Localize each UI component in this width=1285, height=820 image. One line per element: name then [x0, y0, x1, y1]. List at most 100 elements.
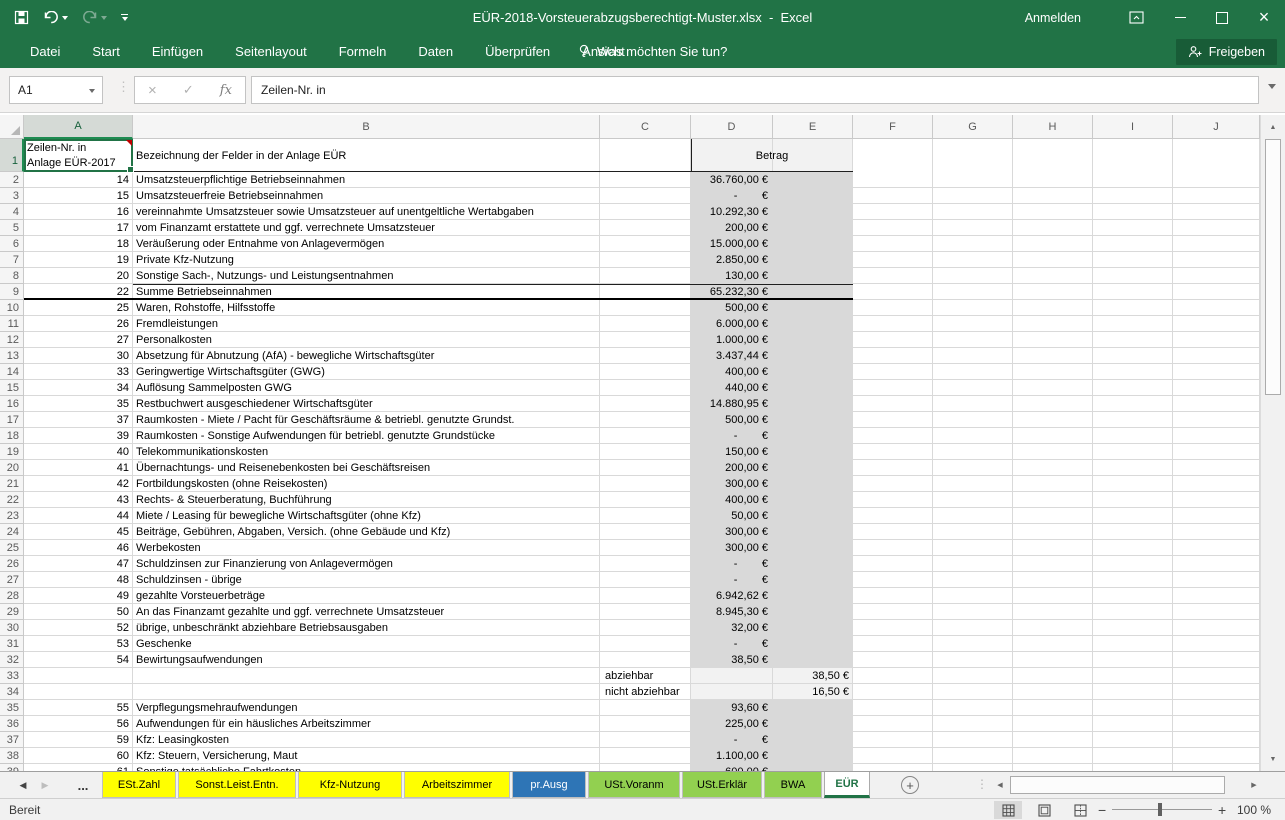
- row-header-8[interactable]: 8: [0, 268, 24, 284]
- cell-b28[interactable]: gezahlte Vorsteuerbeträge: [136, 588, 265, 604]
- sheet-tab-ust-erklär[interactable]: USt.Erklär: [682, 772, 762, 798]
- cell-d24[interactable]: 300,00 €: [691, 524, 768, 540]
- row-header-35[interactable]: 35: [0, 700, 24, 716]
- sign-in-link[interactable]: Anmelden: [1025, 11, 1081, 25]
- row-header-13[interactable]: 13: [0, 348, 24, 364]
- vertical-scrollbar[interactable]: ▲▼: [1260, 115, 1285, 771]
- cell-b38[interactable]: Kfz: Steuern, Versicherung, Maut: [136, 748, 297, 764]
- cell-a15[interactable]: 34: [24, 380, 129, 396]
- formula-input[interactable]: Zeilen-Nr. in: [251, 76, 1259, 104]
- cell-b19[interactable]: Telekommunikationskosten: [136, 444, 268, 460]
- column-header-f[interactable]: F: [853, 115, 933, 139]
- cell-b5[interactable]: vom Finanzamt erstattete und ggf. verrec…: [136, 220, 435, 236]
- menu-tab-datei[interactable]: Datei: [14, 35, 76, 68]
- cell-b8[interactable]: Sonstige Sach-, Nutzungs- und Leistungse…: [136, 268, 393, 284]
- cell-b14[interactable]: Geringwertige Wirtschaftsgüter (GWG): [136, 364, 325, 380]
- cell-d17[interactable]: 500,00 €: [691, 412, 768, 428]
- cell-a17[interactable]: 37: [24, 412, 129, 428]
- cell-b21[interactable]: Fortbildungskosten (ohne Reisekosten): [136, 476, 327, 492]
- cell-c34[interactable]: nicht abziehbar: [605, 684, 680, 700]
- cell-a35[interactable]: 55: [24, 700, 129, 716]
- cell-a32[interactable]: 54: [24, 652, 129, 668]
- cell-a8[interactable]: 20: [24, 268, 129, 284]
- row-header-14[interactable]: 14: [0, 364, 24, 380]
- cell-a4[interactable]: 16: [24, 204, 129, 220]
- cell-b20[interactable]: Übernachtungs- und Reisenebenkosten bei …: [136, 460, 430, 476]
- zoom-slider-track[interactable]: [1112, 809, 1212, 810]
- share-button[interactable]: Freigeben: [1176, 39, 1277, 65]
- minimize-button[interactable]: [1165, 0, 1195, 35]
- zoom-out-icon[interactable]: −: [1098, 799, 1106, 820]
- sheet-tab-sonst-leist-entn-[interactable]: Sonst.Leist.Entn.: [178, 772, 296, 798]
- horizontal-scrollbar[interactable]: ◀ ▶: [992, 775, 1262, 795]
- cell-a23[interactable]: 44: [24, 508, 129, 524]
- cell-a12[interactable]: 27: [24, 332, 129, 348]
- customize-qat-icon[interactable]: [121, 14, 128, 21]
- column-header-h[interactable]: H: [1013, 115, 1093, 139]
- cell-d28[interactable]: 6.942,62 €: [691, 588, 768, 604]
- row-header-34[interactable]: 34: [0, 684, 24, 700]
- undo-dropdown-icon[interactable]: [62, 16, 68, 20]
- cell-d32[interactable]: 38,50 €: [691, 652, 768, 668]
- row-header-11[interactable]: 11: [0, 316, 24, 332]
- cell-b17[interactable]: Raumkosten - Miete / Pacht für Geschäfts…: [136, 412, 514, 428]
- row-header-29[interactable]: 29: [0, 604, 24, 620]
- cell-b32[interactable]: Bewirtungsaufwendungen: [136, 652, 263, 668]
- cell-a13[interactable]: 30: [24, 348, 129, 364]
- column-header-e[interactable]: E: [773, 115, 853, 139]
- cell-b16[interactable]: Restbuchwert ausgeschiedener Wirtschafts…: [136, 396, 373, 412]
- cell-b13[interactable]: Absetzung für Abnutzung (AfA) - beweglic…: [136, 348, 434, 364]
- column-header-j[interactable]: J: [1173, 115, 1260, 139]
- row-header-5[interactable]: 5: [0, 220, 24, 236]
- close-button[interactable]: ×: [1249, 0, 1279, 35]
- cell-d13[interactable]: 3.437,44 €: [691, 348, 768, 364]
- row-header-3[interactable]: 3: [0, 188, 24, 204]
- cell-d38[interactable]: 1.100,00 €: [691, 748, 768, 764]
- vscroll-down-icon[interactable]: ▼: [1261, 747, 1285, 771]
- column-header-d[interactable]: D: [691, 115, 773, 139]
- row-header-24[interactable]: 24: [0, 524, 24, 540]
- cell-b1[interactable]: Bezeichnung der Felder in der Anlage EÜR: [136, 139, 596, 172]
- cell-d25[interactable]: 300,00 €: [691, 540, 768, 556]
- row-header-19[interactable]: 19: [0, 444, 24, 460]
- hscroll-thumb[interactable]: [1010, 776, 1225, 794]
- cell-d31[interactable]: - €: [691, 636, 768, 652]
- selection-border-a1[interactable]: [24, 139, 133, 172]
- cell-a20[interactable]: 41: [24, 460, 129, 476]
- row-header-31[interactable]: 31: [0, 636, 24, 652]
- column-header-g[interactable]: G: [933, 115, 1013, 139]
- cell-b39[interactable]: Sonstige tatsächliche Fahrtkosten: [136, 764, 301, 771]
- cell-a30[interactable]: 52: [24, 620, 129, 636]
- cell-b31[interactable]: Geschenke: [136, 636, 192, 652]
- row-header-39[interactable]: 39: [0, 764, 24, 771]
- row-header-21[interactable]: 21: [0, 476, 24, 492]
- row-header-25[interactable]: 25: [0, 540, 24, 556]
- row-header-30[interactable]: 30: [0, 620, 24, 636]
- cell-d15[interactable]: 440,00 €: [691, 380, 768, 396]
- row-header-18[interactable]: 18: [0, 428, 24, 444]
- cell-d30[interactable]: 32,00 €: [691, 620, 768, 636]
- row-header-28[interactable]: 28: [0, 588, 24, 604]
- sheet-tab-ust-voranm[interactable]: USt.Voranm: [588, 772, 680, 798]
- cell-b2[interactable]: Umsatzsteuerpflichtige Betriebseinnahmen: [136, 172, 345, 188]
- row-header-2[interactable]: 2: [0, 172, 24, 188]
- cell-d11[interactable]: 6.000,00 €: [691, 316, 768, 332]
- cell-b6[interactable]: Veräußerung oder Entnahme von Anlageverm…: [136, 236, 384, 252]
- cell-d10[interactable]: 500,00 €: [691, 300, 768, 316]
- cell-b26[interactable]: Schuldzinsen zur Finanzierung von Anlage…: [136, 556, 393, 572]
- cell-e34[interactable]: 16,50 €: [773, 684, 849, 700]
- cell-d36[interactable]: 225,00 €: [691, 716, 768, 732]
- row-header-22[interactable]: 22: [0, 492, 24, 508]
- insert-function-icon[interactable]: fx: [220, 83, 232, 98]
- cell-b35[interactable]: Verpflegungsmehraufwendungen: [136, 700, 297, 716]
- cell-a27[interactable]: 48: [24, 572, 129, 588]
- cell-d20[interactable]: 200,00 €: [691, 460, 768, 476]
- cell-d6[interactable]: 15.000,00 €: [691, 236, 768, 252]
- cell-b27[interactable]: Schuldzinsen - übrige: [136, 572, 242, 588]
- row-header-17[interactable]: 17: [0, 412, 24, 428]
- name-box[interactable]: A1: [9, 76, 103, 104]
- row-header-33[interactable]: 33: [0, 668, 24, 684]
- cell-b3[interactable]: Umsatzsteuerfreie Betriebseinnahmen: [136, 188, 323, 204]
- hscroll-left-icon[interactable]: ◀: [992, 775, 1008, 795]
- cell-b4[interactable]: vereinnahmte Umsatzsteuer sowie Umsatzst…: [136, 204, 534, 220]
